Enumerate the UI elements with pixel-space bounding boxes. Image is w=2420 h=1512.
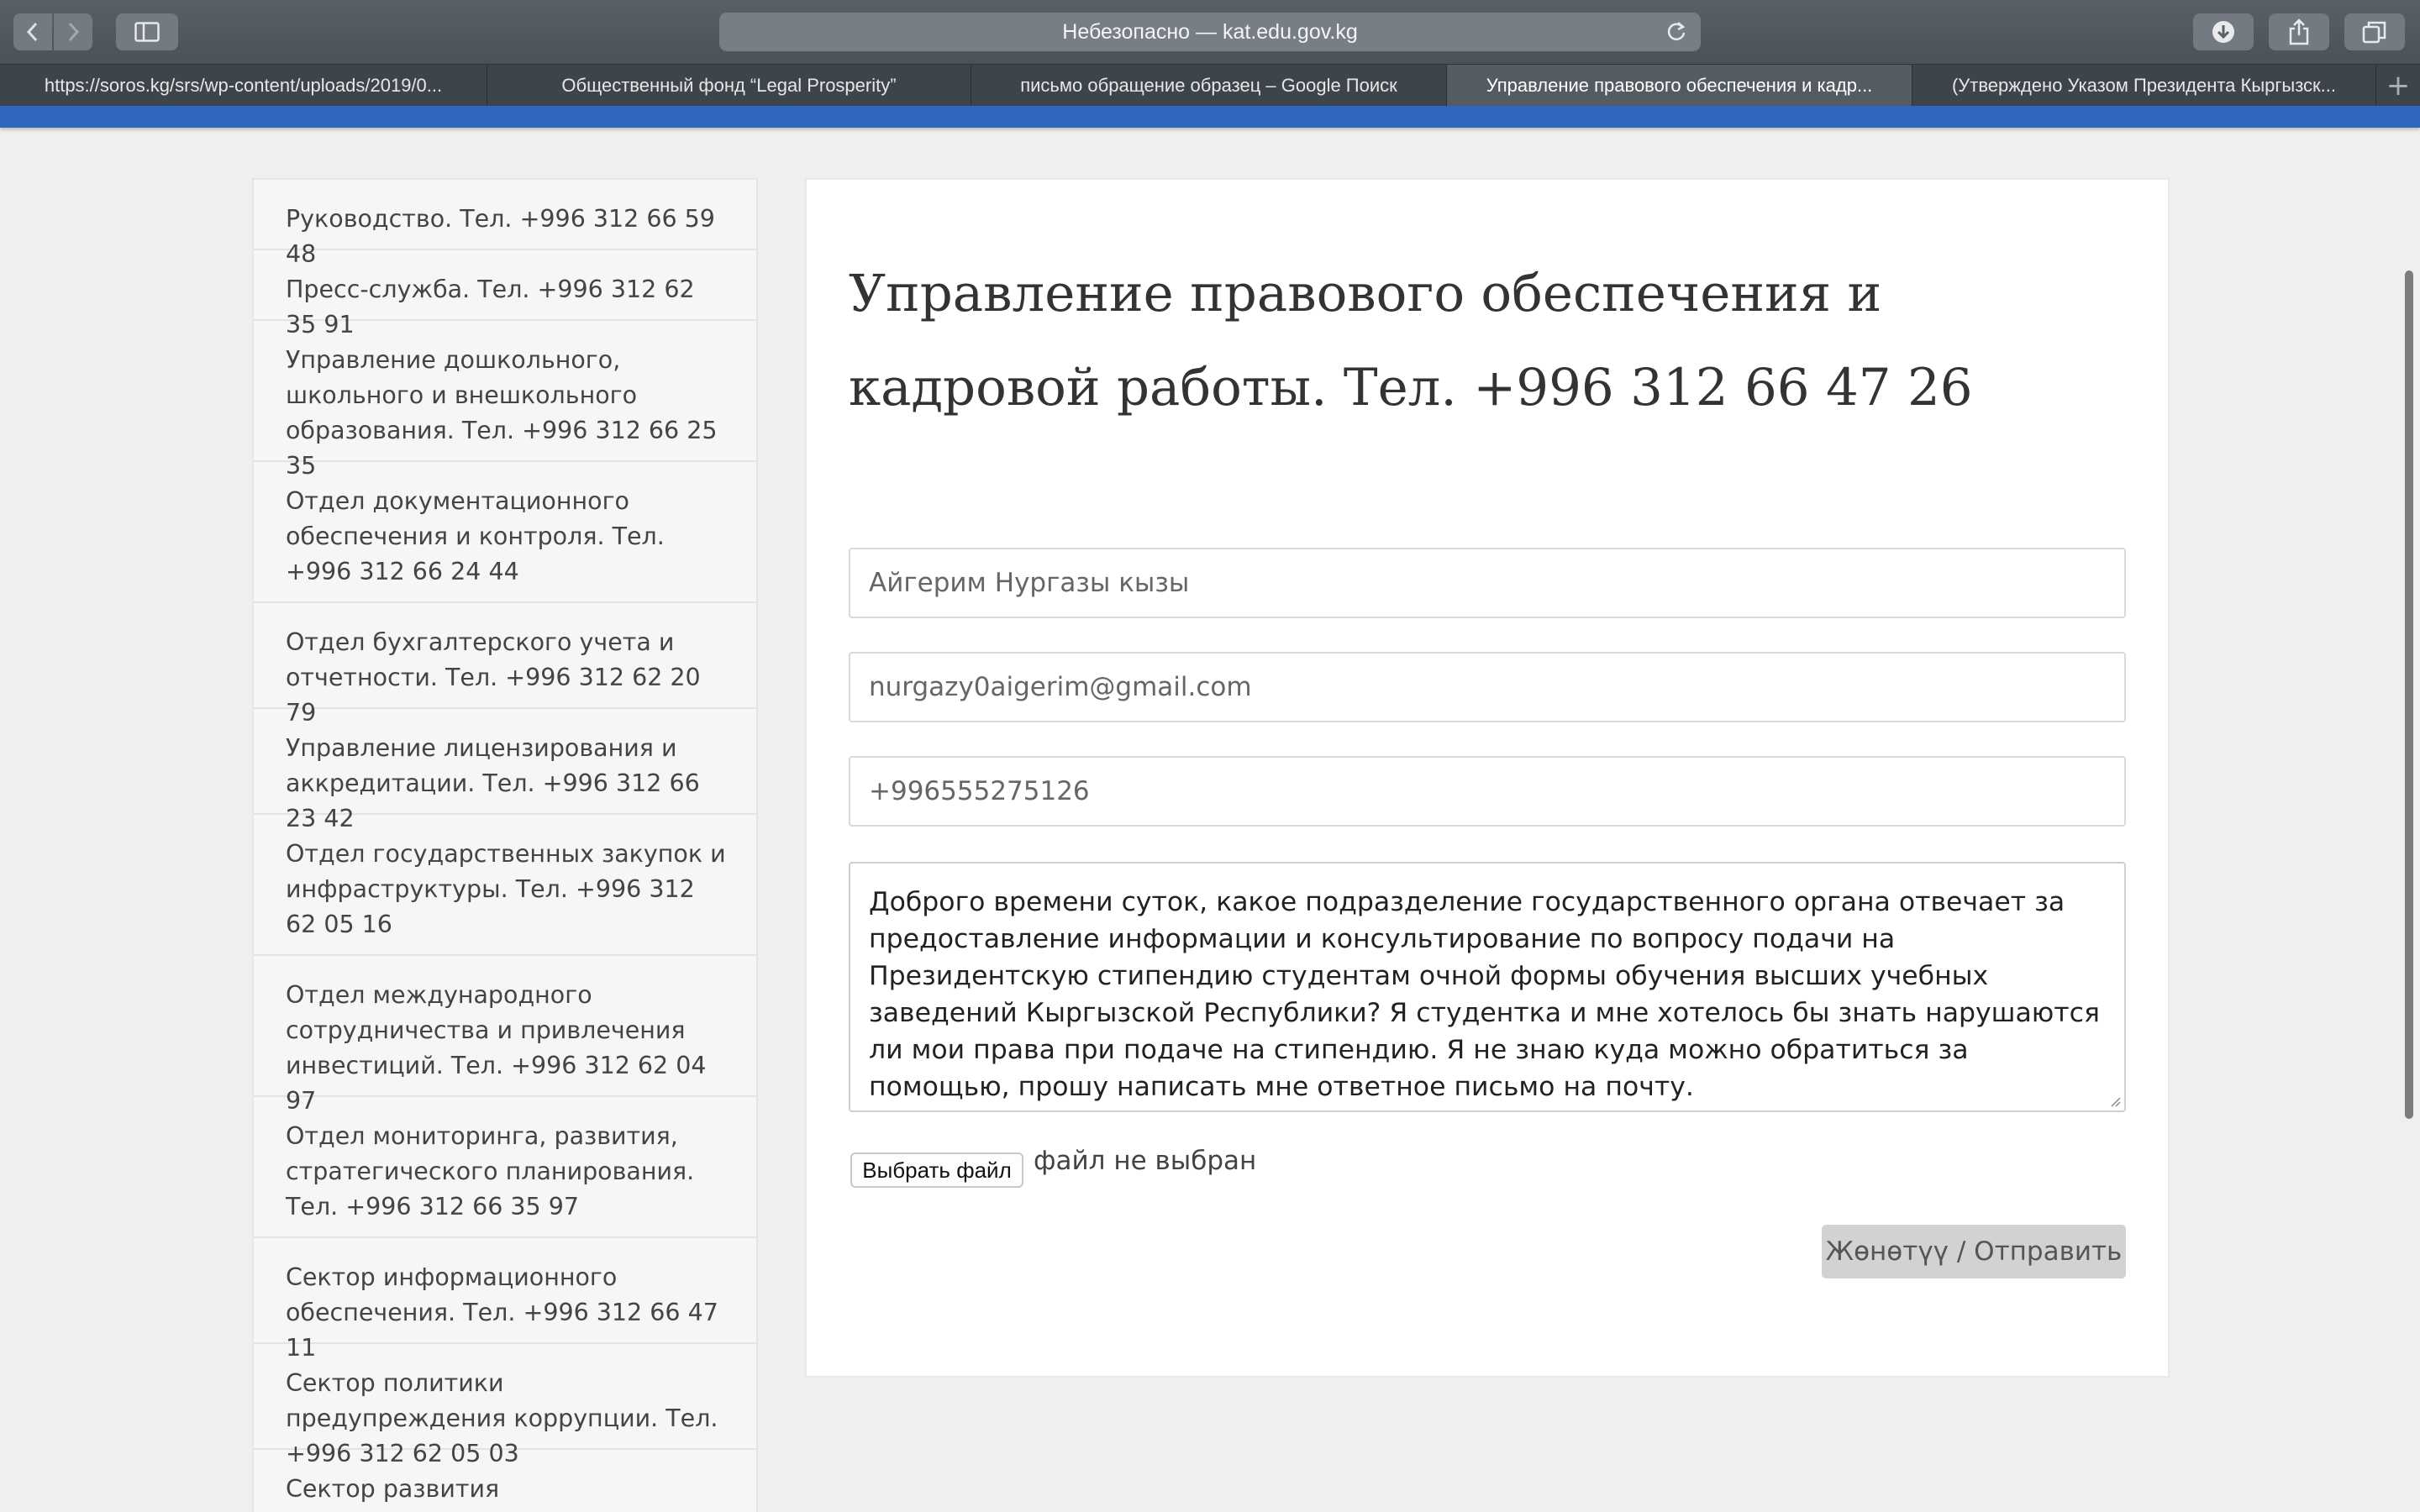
- menu-item-label: Отдел мониторинга, развития, стратегичес…: [286, 1122, 695, 1221]
- message-textarea[interactable]: Доброго времени суток, какое подразделен…: [849, 862, 2126, 1112]
- reload-icon[interactable]: [1664, 19, 1689, 45]
- menu-item-label: Сектор развития государственного: [286, 1475, 516, 1512]
- address-text: Небезопасно — kat.edu.gov.kg: [1062, 19, 1358, 44]
- menu-item[interactable]: Управление лицензирования и аккредитации…: [254, 709, 756, 832]
- tab-decree[interactable]: (Утверждено Указом Президента Кыргызск..…: [1912, 65, 2376, 107]
- phone-field-value: +996555275126: [869, 776, 1090, 806]
- page-title: Управление правового обеспечения и кадро…: [849, 264, 1973, 417]
- site-nav-bar: [0, 106, 2420, 128]
- share-button[interactable]: [2269, 13, 2329, 50]
- menu-item[interactable]: Сектор политики предупреждения коррупции…: [254, 1344, 756, 1467]
- back-button[interactable]: [13, 13, 52, 50]
- menu-item[interactable]: Отдел бухгалтерского учета и отчетности.…: [254, 603, 756, 727]
- share-icon: [2289, 18, 2309, 45]
- menu-item-label: Отдел государственных закупок и инфрастр…: [286, 840, 726, 938]
- address-bar[interactable]: Небезопасно — kat.edu.gov.kg: [719, 13, 1701, 51]
- menu-item-label: Отдел документационного обеспечения и ко…: [286, 487, 665, 585]
- sidebar-icon: [134, 22, 160, 42]
- tab-legal-prosperity[interactable]: Общественный фонд “Legal Prosperity”: [487, 65, 971, 107]
- menu-item[interactable]: Отдел международного сотрудничества и пр…: [254, 956, 756, 1115]
- email-field-value: nurgazy0aigerim@gmail.com: [869, 672, 1252, 702]
- tab-label: Общественный фонд “Legal Prosperity”: [561, 75, 897, 96]
- resize-handle-icon[interactable]: [2107, 1094, 2121, 1107]
- downloads-button[interactable]: [2193, 13, 2254, 50]
- menu-item[interactable]: Руководство. Тел. +996 312 66 59 48: [254, 180, 756, 268]
- submit-button[interactable]: Жөнөтүү / Отправить: [1822, 1225, 2126, 1278]
- name-field[interactable]: Айгерим Нургазы кызы: [849, 548, 2126, 618]
- tab-label: письмо обращение образец – Google Поиск: [1020, 75, 1397, 96]
- file-status: файл не выбран: [1034, 1146, 1257, 1176]
- tab-google-search[interactable]: письмо обращение образец – Google Поиск: [971, 65, 1447, 107]
- menu-item[interactable]: Сектор развития государственного: [254, 1450, 756, 1512]
- chevron-right-icon: [68, 22, 80, 42]
- phone-field[interactable]: +996555275126: [849, 756, 2126, 827]
- download-icon: [2212, 21, 2234, 43]
- tab-label: https://soros.kg/srs/wp-content/uploads/…: [44, 75, 443, 96]
- tab-bar: https://soros.kg/srs/wp-content/uploads/…: [0, 64, 2420, 107]
- menu-item[interactable]: Отдел документационного обеспечения и ко…: [254, 462, 756, 603]
- contact-form-card: Управление правового обеспечения и кадро…: [805, 178, 2170, 1378]
- menu-item[interactable]: Отдел мониторинга, развития, стратегичес…: [254, 1097, 756, 1238]
- menu-item[interactable]: Пресс-служба. Тел. +996 312 62 35 91: [254, 250, 756, 339]
- department-menu: Руководство. Тел. +996 312 66 59 48 Прес…: [252, 178, 758, 1512]
- email-field[interactable]: nurgazy0aigerim@gmail.com: [849, 652, 2126, 722]
- tab-label: (Утверждено Указом Президента Кыргызск..…: [1951, 75, 2337, 96]
- choose-file-button[interactable]: Выбрать файл: [850, 1152, 1023, 1188]
- tab-overview-button[interactable]: [2344, 13, 2405, 50]
- tab-active-page[interactable]: Управление правового обеспечения и кадр.…: [1447, 65, 1912, 107]
- menu-item[interactable]: Управление дошкольного, школьного и внеш…: [254, 321, 756, 480]
- tab-label: Управление правового обеспечения и кадр.…: [1486, 75, 1873, 96]
- menu-item-label: Отдел международного сотрудничества и пр…: [286, 981, 707, 1115]
- page-scrollbar[interactable]: [2405, 270, 2413, 1119]
- message-text: Доброго времени суток, какое подразделен…: [869, 887, 2100, 1102]
- name-field-value: Айгерим Нургазы кызы: [869, 568, 1190, 598]
- menu-item-label: Управление дошкольного, школьного и внеш…: [286, 346, 718, 480]
- new-tab-button[interactable]: +: [2376, 65, 2420, 107]
- chevron-left-icon: [26, 22, 38, 42]
- browser-toolbar: Небезопасно — kat.edu.gov.kg: [0, 0, 2420, 64]
- forward-button[interactable]: [54, 13, 92, 50]
- menu-item[interactable]: Сектор информационного обеспечения. Тел.…: [254, 1238, 756, 1362]
- tab-soros[interactable]: https://soros.kg/srs/wp-content/uploads/…: [0, 65, 487, 107]
- sidebar-toggle-button[interactable]: [116, 13, 178, 50]
- menu-item[interactable]: Отдел государственных закупок и инфрастр…: [254, 815, 756, 956]
- tabs-icon: [2362, 21, 2386, 44]
